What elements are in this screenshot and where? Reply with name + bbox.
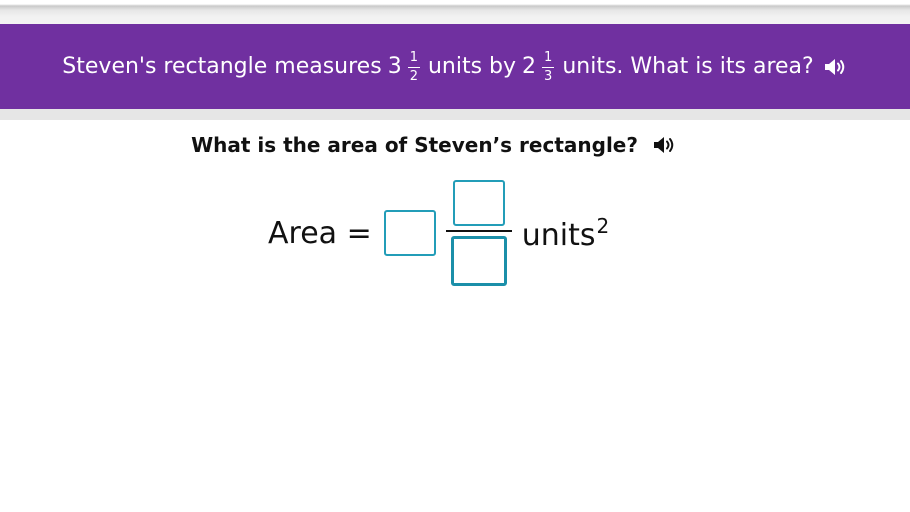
problem-statement: Steven's rectangle measures 3 1 2 units … xyxy=(62,50,848,84)
question-prompt: What is the area of Steven’s rectangle? xyxy=(0,133,868,157)
banner-bottom-strip xyxy=(0,109,910,120)
problem-banner: Steven's rectangle measures 3 1 2 units … xyxy=(0,24,910,109)
mixed-number-2-denominator: 3 xyxy=(544,69,553,84)
problem-prefix: Steven's rectangle measures xyxy=(62,54,382,79)
units-exponent: 2 xyxy=(596,213,610,238)
mixed-number-1-numerator: 1 xyxy=(409,50,418,65)
top-edge-shadow xyxy=(0,0,910,24)
denominator-input[interactable] xyxy=(450,236,507,286)
mixed-number-2-whole: 2 xyxy=(522,54,537,79)
question-text: What is the area of Steven’s rectangle? xyxy=(191,133,638,157)
problem-middle: units by xyxy=(427,54,517,79)
area-label: Area = xyxy=(268,215,372,251)
mixed-number-1-whole: 3 xyxy=(387,54,402,79)
problem-suffix: units. What is its area? xyxy=(562,54,814,79)
mixed-number-2-numerator: 1 xyxy=(544,50,553,65)
mixed-number-1: 3 1 2 xyxy=(382,50,428,84)
fraction-input xyxy=(445,180,512,286)
whole-number-input[interactable] xyxy=(383,210,436,256)
speaker-icon[interactable] xyxy=(824,58,848,76)
mixed-number-2: 2 1 3 xyxy=(516,50,562,84)
fraction-bar xyxy=(445,230,512,232)
mixed-number-1-denominator: 2 xyxy=(409,69,418,84)
units-label: units2 xyxy=(522,214,610,253)
mixed-number-1-fraction: 1 2 xyxy=(407,50,420,84)
units-text: units xyxy=(521,217,596,253)
mixed-number-2-fraction: 1 3 xyxy=(542,50,555,84)
speaker-icon[interactable] xyxy=(653,136,677,154)
numerator-input[interactable] xyxy=(452,180,505,226)
area-answer-row: Area = units2 xyxy=(268,180,610,286)
